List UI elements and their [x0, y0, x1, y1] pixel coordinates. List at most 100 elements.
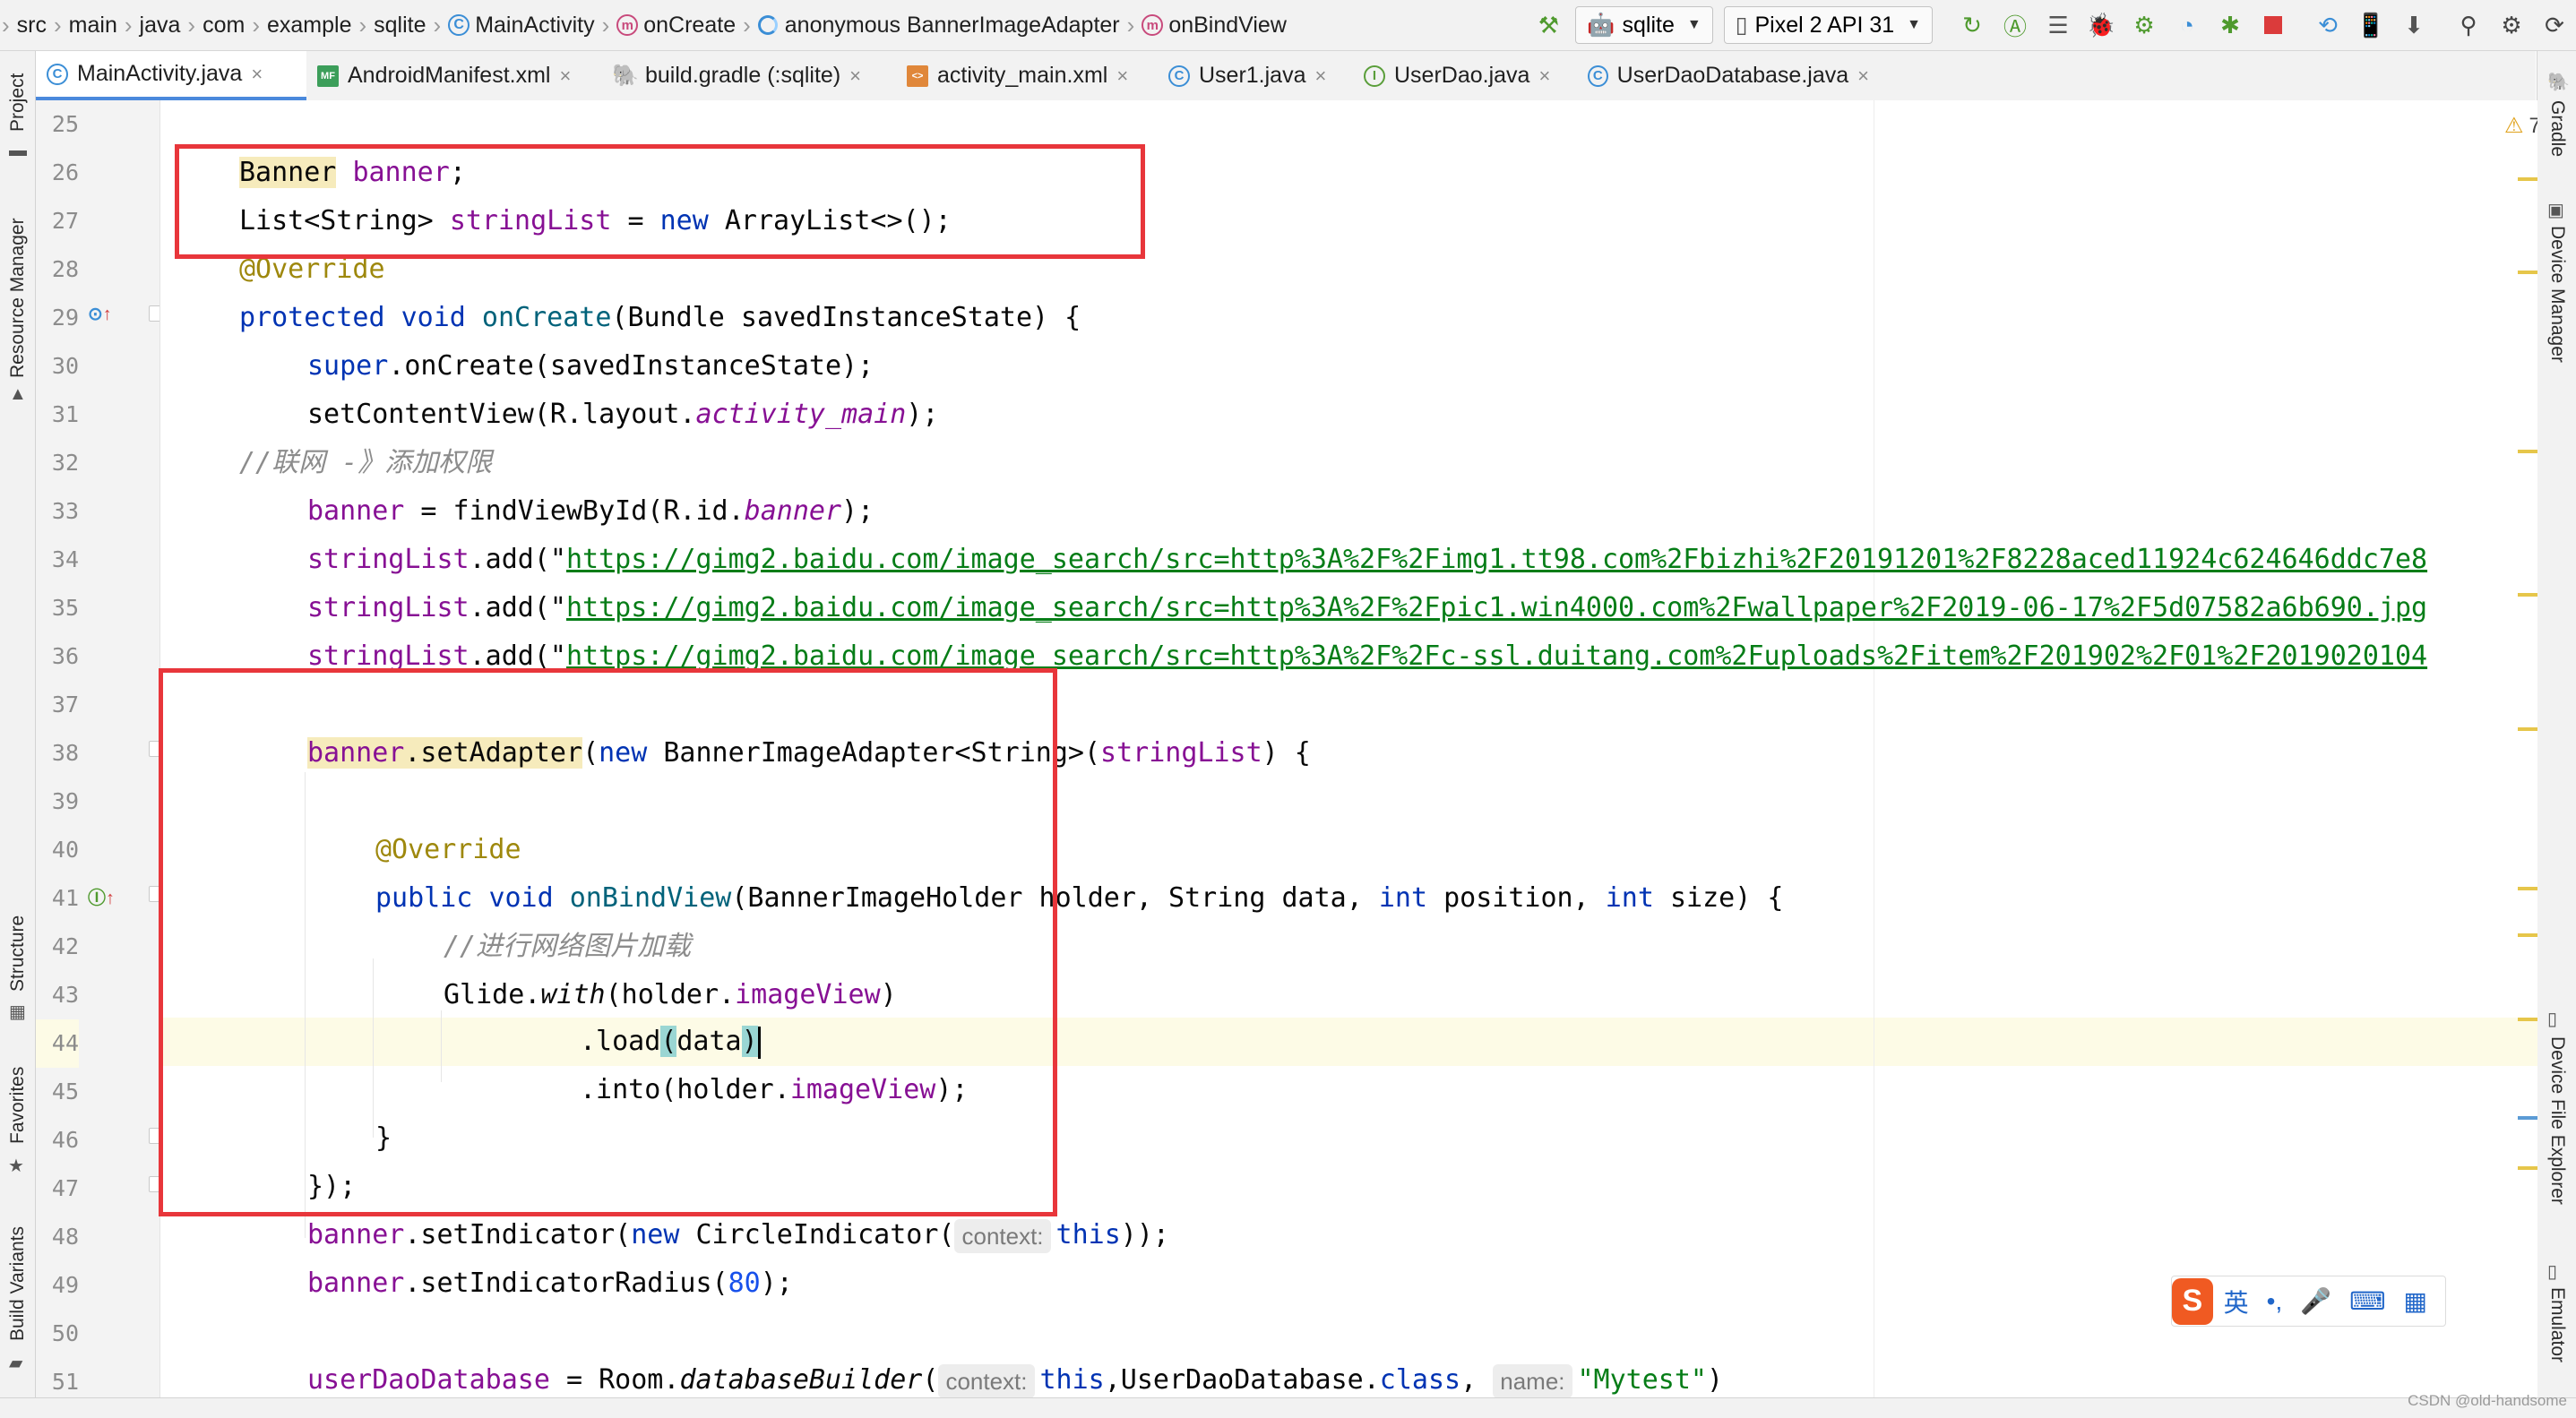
- search-icon[interactable]: ⚲: [2453, 10, 2484, 40]
- coverage-icon[interactable]: ☰: [2043, 10, 2073, 40]
- warning-icon: ⚠: [2504, 114, 2524, 138]
- hammer-icon[interactable]: ⚒: [1533, 10, 1564, 40]
- ime-toolbar[interactable]: S 英 •, 🎤 ⌨ ▦: [2171, 1276, 2446, 1327]
- navigation-bar: › src › main › java › com › example › sq…: [0, 0, 2576, 51]
- tool-window-device-manager[interactable]: Device Manager: [2546, 226, 2568, 363]
- tab-androidmanifest-xml[interactable]: MF AndroidManifest.xml ×: [306, 51, 604, 100]
- settings-icon[interactable]: ⚙: [2496, 10, 2527, 40]
- token-field: banner: [307, 495, 405, 527]
- scroll-marker[interactable]: [2518, 1018, 2537, 1021]
- scroll-marker[interactable]: [2518, 887, 2537, 890]
- breadcrumb-anonymous-class[interactable]: anonymous BannerImageAdapter: [753, 13, 1125, 39]
- close-icon[interactable]: ×: [1538, 64, 1550, 88]
- token-text: .setIndicator(: [404, 1219, 632, 1250]
- line-number: 25: [51, 111, 79, 137]
- breadcrumb-separator: ›: [358, 11, 367, 39]
- token-string[interactable]: https://gimg2.baidu.com/image_search/src…: [566, 544, 2427, 575]
- close-icon[interactable]: ×: [1116, 64, 1128, 88]
- tool-window-gradle[interactable]: Gradle: [2546, 100, 2568, 157]
- device-selector[interactable]: ▯ Pixel 2 API 31 ▼: [1723, 6, 1933, 44]
- close-icon[interactable]: ×: [559, 64, 571, 88]
- token-text: );: [906, 399, 939, 430]
- tab-user1-java[interactable]: C User1.java ×: [1158, 51, 1353, 100]
- token-text: .onCreate(savedInstanceState);: [388, 350, 874, 382]
- apply-changes-icon[interactable]: Ⓐ: [2000, 10, 2030, 40]
- token-field: userDaoDatabase: [307, 1364, 550, 1396]
- device-file-explorer-icon: ▯: [2547, 1010, 2558, 1029]
- token-text: ): [1707, 1364, 1724, 1396]
- token-text: ) {: [1262, 737, 1311, 769]
- scroll-marker[interactable]: [2518, 1116, 2537, 1120]
- scroll-marker[interactable]: [2518, 1166, 2537, 1170]
- update-icon[interactable]: ⟳: [2539, 10, 2570, 40]
- fold-marker[interactable]: [149, 305, 159, 322]
- breadcrumb-example[interactable]: example: [262, 13, 358, 39]
- scroll-marker[interactable]: [2518, 177, 2537, 181]
- breadcrumb-oncreate[interactable]: m onCreate: [611, 13, 741, 39]
- tool-window-project[interactable]: Project: [7, 73, 29, 132]
- tab-build-gradle[interactable]: 🐘 build.gradle (:sqlite) ×: [604, 51, 896, 100]
- token-text: (: [922, 1364, 939, 1396]
- microphone-icon[interactable]: 🎤: [2300, 1286, 2331, 1316]
- tool-window-structure[interactable]: Structure: [7, 915, 29, 992]
- right-tool-window-bar: 🐘 Gradle ▣ Device Manager ▯ Device File …: [2537, 51, 2576, 1417]
- build-variants-icon: ▰: [9, 1354, 23, 1373]
- annotation-box-fields: [175, 144, 1145, 259]
- token-field: stringList: [1100, 737, 1262, 769]
- sdk-manager-icon[interactable]: ⬇: [2399, 10, 2429, 40]
- close-icon[interactable]: ×: [1857, 64, 1869, 88]
- rerun-icon[interactable]: ↻: [1957, 10, 1987, 40]
- breadcrumb-onbindview[interactable]: m onBindView: [1136, 13, 1292, 39]
- tool-window-favorites[interactable]: Favorites: [7, 1067, 29, 1144]
- tool-window-build-variants[interactable]: Build Variants: [7, 1226, 29, 1341]
- tool-window-device-file-explorer[interactable]: Device File Explorer: [2546, 1036, 2568, 1205]
- attach-debugger-icon[interactable]: ⚙: [2129, 10, 2159, 40]
- ime-language[interactable]: 英: [2224, 1284, 2249, 1319]
- interface-icon: I: [1364, 64, 1385, 87]
- breadcrumb-mainactivity[interactable]: C MainActivity: [443, 13, 599, 39]
- breadcrumb-src[interactable]: src: [12, 13, 52, 39]
- tab-activity-main-xml[interactable]: <> activity_main.xml ×: [896, 51, 1158, 100]
- debug-icon[interactable]: 🐞: [2086, 10, 2116, 40]
- token-string[interactable]: https://gimg2.baidu.com/image_search/src…: [566, 640, 2427, 672]
- editor-gutter[interactable]: 25 26 27 28 29 30 31 32 33 34 35 36 37 3…: [36, 100, 160, 1397]
- scroll-marker[interactable]: [2518, 727, 2537, 731]
- breadcrumb-sqlite[interactable]: sqlite: [368, 13, 431, 39]
- breadcrumb-main[interactable]: main: [64, 13, 123, 39]
- breadcrumb-separator: ›: [124, 11, 133, 39]
- token-string[interactable]: https://gimg2.baidu.com/image_search/src…: [566, 592, 2427, 623]
- keyboard-icon[interactable]: ⌨: [2349, 1286, 2385, 1316]
- breadcrumb-java[interactable]: java: [134, 13, 186, 39]
- sync-icon[interactable]: ⟲: [2313, 10, 2343, 40]
- breadcrumb: › src › main › java › com › example › sq…: [0, 0, 1292, 50]
- ime-punctuation[interactable]: •,: [2267, 1287, 2283, 1316]
- breadcrumb-com[interactable]: com: [197, 13, 250, 39]
- scroll-marker[interactable]: [2518, 933, 2537, 937]
- scroll-marker[interactable]: [2518, 450, 2537, 453]
- token-number: 80: [728, 1268, 761, 1299]
- close-icon[interactable]: ×: [251, 63, 263, 86]
- override-method-icon[interactable]: ⊙↑: [88, 303, 112, 325]
- tab-userdao-java[interactable]: I UserDao.java ×: [1353, 51, 1577, 100]
- module-selector[interactable]: 🤖 sqlite ▼: [1575, 6, 1713, 44]
- tool-window-emulator[interactable]: Emulator: [2546, 1287, 2568, 1362]
- android-icon: 🤖: [1587, 12, 1615, 38]
- tab-userdaodatabase-java[interactable]: C UserDaoDatabase.java ×: [1577, 51, 1882, 100]
- tab-label: activity_main.xml: [937, 63, 1108, 88]
- tool-window-resource-manager[interactable]: Resource Manager: [7, 218, 29, 378]
- line-number: 42: [51, 933, 79, 959]
- debug-attach-icon[interactable]: ✱: [2215, 10, 2245, 40]
- device-manager-icon[interactable]: 📱: [2356, 10, 2386, 40]
- scroll-marker[interactable]: [2518, 271, 2537, 274]
- stop-icon[interactable]: [2258, 10, 2288, 40]
- close-icon[interactable]: ×: [849, 64, 861, 88]
- profile-icon[interactable]: ◔: [2172, 10, 2202, 40]
- implement-method-icon[interactable]: Ⓘ↑: [88, 883, 115, 909]
- line-number: 36: [51, 643, 79, 669]
- tab-mainactivity-java[interactable]: C MainActivity.java ×: [36, 51, 306, 100]
- close-icon[interactable]: ×: [1315, 64, 1327, 88]
- inspection-widget[interactable]: ⚠ 7 ✓ 1 ⌃ ⌄: [2499, 113, 2537, 139]
- line-number: 38: [51, 740, 79, 766]
- scroll-marker[interactable]: [2518, 593, 2537, 597]
- grid-icon[interactable]: ▦: [2404, 1286, 2427, 1316]
